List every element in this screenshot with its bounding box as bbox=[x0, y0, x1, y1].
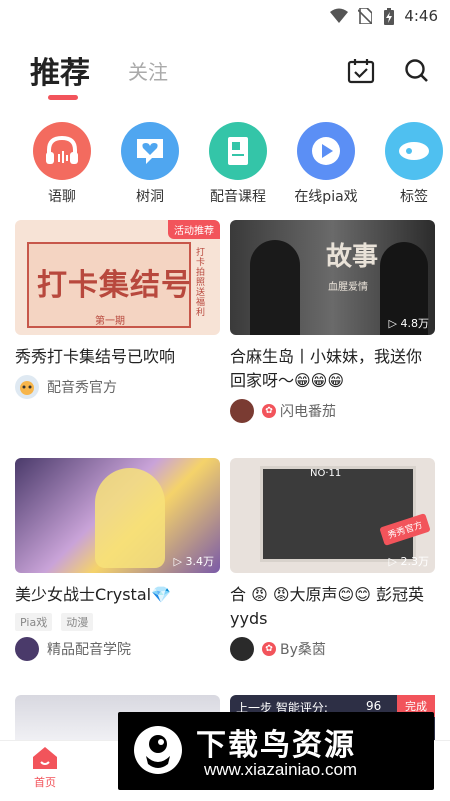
calendar-check-icon[interactable] bbox=[346, 56, 376, 86]
avatar bbox=[15, 637, 39, 661]
status-bar: 4:46 bbox=[0, 0, 450, 32]
card-sailor-moon[interactable]: ▷ 3.4万 美少女战士Crystal💎 Pia戏 动漫 精品配音学院 bbox=[15, 458, 220, 661]
tab-recommend[interactable]: 推荐 bbox=[30, 48, 90, 92]
thumb-title: 打卡集结号 bbox=[37, 268, 192, 303]
watermark-title: 下载鸟资源 bbox=[196, 728, 356, 763]
tab-active-indicator bbox=[48, 95, 78, 100]
play-count: ▷ 4.8万 bbox=[388, 317, 429, 330]
card-checkin[interactable]: 打卡集结号 第一期 打卡拍照送福利 活动推荐 秀秀打卡集结号已吹响 配音秀官方 bbox=[15, 220, 220, 399]
watermark-url: www.xiazainiao.com bbox=[204, 760, 358, 779]
search-icon[interactable] bbox=[402, 56, 432, 86]
card-thumbnail: 故事 血腥爱情 ▷ 4.8万 bbox=[230, 220, 435, 335]
thumb-title: 故事 bbox=[326, 242, 379, 272]
nav-home-label: 首页 bbox=[34, 776, 56, 789]
thumb-figure bbox=[95, 468, 165, 568]
play-icon: ▷ bbox=[388, 555, 401, 568]
category-label: 树洞 bbox=[136, 189, 164, 205]
category-label: 语聊 bbox=[48, 189, 76, 205]
bird-logo-icon bbox=[134, 726, 182, 774]
thumb-side-text: 打卡拍照送福利 bbox=[196, 248, 206, 318]
wifi-icon bbox=[330, 8, 348, 23]
card-author[interactable]: 配音秀官方 bbox=[15, 375, 220, 399]
category-tree-hole[interactable]: 树洞 bbox=[110, 122, 190, 206]
card-title: 合 合麻生岛丨小妹妹，我送你回家呀～😁😁😁 bbox=[230, 345, 435, 393]
verified-icon: ✿ bbox=[262, 404, 276, 418]
partial-score-value: 96 bbox=[366, 699, 382, 713]
category-label: 在线pia戏 bbox=[294, 189, 358, 205]
top-header: 推荐 关注 bbox=[0, 40, 450, 100]
avatar bbox=[230, 399, 254, 423]
category-label: 标签 bbox=[400, 189, 428, 205]
thumb-screen bbox=[260, 466, 416, 562]
nav-home[interactable]: 首页 bbox=[0, 745, 90, 790]
tag-list: Pia戏 动漫 bbox=[15, 611, 220, 631]
activity-badge: 活动推荐 bbox=[168, 220, 220, 239]
status-time: 4:46 bbox=[404, 7, 438, 25]
category-row: 语聊 树洞 配音课程 在线pia戏 标签 bbox=[0, 122, 450, 205]
category-tags[interactable]: 标签 bbox=[374, 122, 450, 206]
category-label: 配音课程 bbox=[210, 189, 266, 205]
no-sim-icon bbox=[358, 8, 372, 24]
category-voice-chat[interactable]: 语聊 bbox=[22, 122, 102, 206]
card-story[interactable]: 故事 血腥爱情 ▷ 4.8万 合 合麻生岛丨小妹妹，我送你回家呀～😁😁😁 ✿ 闪… bbox=[230, 220, 435, 423]
play-icon: ▷ bbox=[388, 317, 401, 330]
author-name: 精品配音学院 bbox=[47, 642, 131, 658]
tab-follow[interactable]: 关注 bbox=[128, 56, 168, 85]
card-author[interactable]: 精品配音学院 bbox=[15, 637, 220, 661]
card-title-text: 合麻生岛丨小妹妹，我送你回家呀～😁😁😁 bbox=[230, 347, 423, 390]
card-title: 美少女战士Crystal💎 bbox=[15, 585, 172, 604]
author-name: 闪电番茄 bbox=[280, 404, 336, 420]
card-author[interactable]: ✿ 闪电番茄 bbox=[230, 399, 435, 423]
thumb-figure-left bbox=[250, 240, 300, 335]
watermark: 下载鸟资源 www.xiazainiao.com bbox=[118, 712, 434, 790]
card-title: 合 😡 😡大原声😊😊 彭冠英yyds bbox=[230, 585, 424, 628]
play-count: ▷ 2.3万 bbox=[388, 555, 429, 568]
tag[interactable]: 动漫 bbox=[61, 613, 94, 631]
battery-charging-icon bbox=[384, 8, 394, 25]
card-author[interactable]: ✿ By桑茵 bbox=[230, 637, 435, 661]
card-thumbnail: ▷ 3.4万 bbox=[15, 458, 220, 573]
author-name: By桑茵 bbox=[280, 642, 326, 658]
category-online-pia[interactable]: 在线pia戏 bbox=[286, 122, 366, 206]
avatar bbox=[230, 637, 254, 661]
card-thumbnail: 打卡集结号 第一期 打卡拍照送福利 活动推荐 bbox=[15, 220, 220, 335]
category-dubbing-course[interactable]: 配音课程 bbox=[198, 122, 278, 206]
author-name: 配音秀官方 bbox=[47, 380, 117, 396]
headphones-icon bbox=[33, 122, 91, 180]
mascot-icon bbox=[20, 381, 34, 395]
card-thumbnail: NO·11 秀秀官方 ▷ 2.3万 bbox=[230, 458, 435, 573]
play-icon: ▷ bbox=[173, 555, 186, 568]
thumb-subtitle: 第一期 bbox=[95, 316, 125, 327]
card-original-sound[interactable]: NO·11 秀秀官方 ▷ 2.3万 合 😡 😡大原声😊😊 彭冠英yyds ✿ B… bbox=[230, 458, 435, 661]
verified-icon: ✿ bbox=[262, 642, 276, 656]
home-icon bbox=[33, 747, 57, 769]
thumb-subtitle: 血腥爱情 bbox=[328, 282, 368, 293]
card-title: 秀秀打卡集结号已吹响 bbox=[15, 347, 176, 366]
play-count: ▷ 3.4万 bbox=[173, 555, 214, 568]
thumb-episode: NO·11 bbox=[310, 468, 342, 479]
heart-chat-icon bbox=[121, 122, 179, 180]
tag-icon bbox=[385, 122, 443, 180]
tag[interactable]: Pia戏 bbox=[15, 613, 53, 631]
book-icon bbox=[209, 122, 267, 180]
avatar bbox=[15, 375, 39, 399]
play-circle-icon bbox=[297, 122, 355, 180]
